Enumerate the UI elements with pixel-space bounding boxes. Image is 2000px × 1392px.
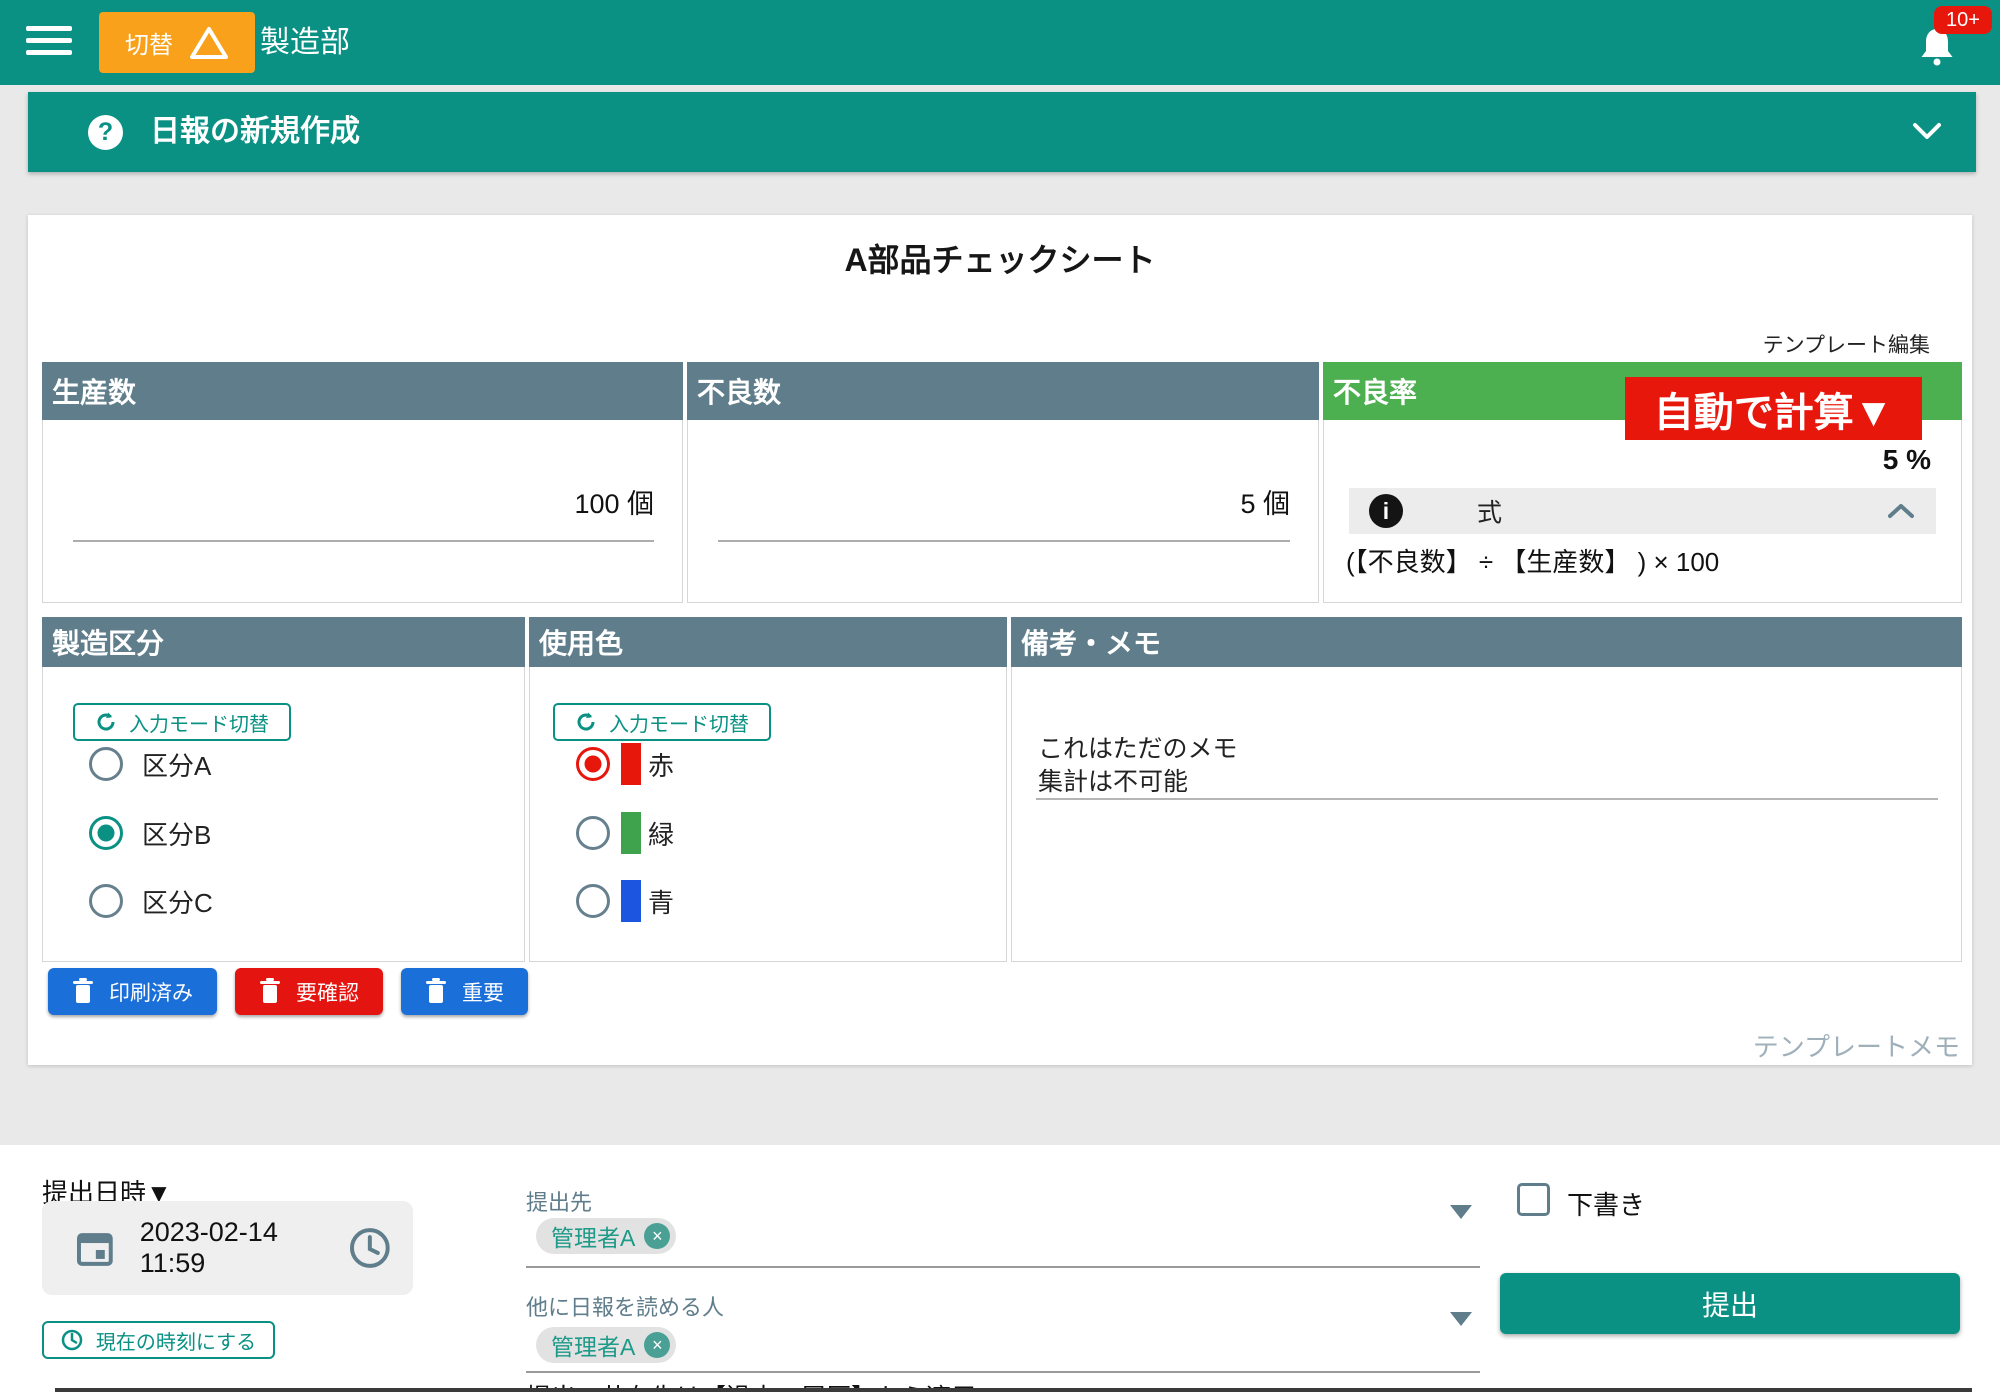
category-cell: 入力モード切替 区分A 区分B 区分C	[42, 667, 525, 962]
app-bar: 切替 製造部 10+	[0, 0, 2000, 85]
department-title: 製造部	[260, 0, 350, 85]
defect-rate-value: 5 %	[1883, 444, 1931, 476]
production-value[interactable]: 100 個	[574, 482, 654, 521]
tag-needs-check-button[interactable]: 要確認	[235, 968, 383, 1015]
template-memo-link[interactable]: テンプレートメモ	[1753, 1027, 1960, 1064]
defects-cell: 5 個	[687, 420, 1319, 603]
sheet-title: A部品チェックシート	[28, 235, 1972, 281]
triangle-icon	[189, 25, 229, 61]
collapse-chevron-icon[interactable]	[1912, 122, 1942, 142]
datetime-picker[interactable]: 2023-02-14 11:59	[42, 1201, 413, 1295]
color-input-mode-label: 入力モード切替	[609, 708, 749, 737]
remove-chip-icon[interactable]	[644, 1223, 670, 1249]
memo-header: 備考・メモ	[1011, 617, 1962, 667]
submit-to-underline	[526, 1266, 1480, 1268]
notification-badge[interactable]: 10+	[1934, 6, 1992, 34]
screen: 切替 製造部 10+ 日報の新規作成 A部品チェックシート テンプレート編集 自…	[0, 0, 2000, 1392]
color-option-blue[interactable]: 青	[576, 883, 674, 919]
info-icon	[1369, 494, 1403, 528]
color-column: 使用色 入力モード切替 赤 緑	[529, 617, 1007, 962]
clock-icon[interactable]	[349, 1227, 391, 1269]
defects-header: 不良数	[687, 362, 1319, 420]
form-section-header: 日報の新規作成	[28, 92, 1976, 172]
memo-column: 備考・メモ これはただのメモ 集計は不可能	[1011, 617, 1962, 962]
memo-input-underline	[1036, 798, 1938, 800]
submit-to-chip[interactable]: 管理者A	[536, 1218, 676, 1254]
tag-printed-button[interactable]: 印刷済み	[48, 968, 217, 1015]
draft-label: 下書き	[1567, 1185, 1645, 1222]
category-option-c[interactable]: 区分C	[89, 883, 213, 919]
menu-icon[interactable]	[26, 26, 72, 60]
production-header: 生産数	[42, 362, 683, 420]
radio-unselected-icon[interactable]	[576, 884, 610, 918]
numeric-table: 自動で計算▼ 生産数 100 個 不良数 5 個 不良率 5 %	[42, 362, 1962, 603]
chip-label: 管理者A	[551, 1328, 635, 1362]
checksheet-card: A部品チェックシート テンプレート編集 自動で計算▼ 生産数 100 個 不良数…	[28, 215, 1972, 1065]
template-edit-link[interactable]: テンプレート編集	[1763, 329, 1930, 359]
category-option-b[interactable]: 区分B	[89, 815, 211, 851]
color-cell: 入力モード切替 赤 緑 青	[529, 667, 1007, 962]
attribute-table: 製造区分 入力モード切替 区分A 区分B	[42, 617, 1962, 962]
form-title: 日報の新規作成	[150, 92, 360, 172]
clock-small-icon	[61, 1329, 83, 1351]
category-option-a[interactable]: 区分A	[89, 746, 211, 782]
production-input-underline	[73, 540, 654, 542]
category-column: 製造区分 入力モード切替 区分A 区分B	[42, 617, 525, 962]
red-swatch	[621, 743, 641, 785]
switch-button-label: 切替	[125, 25, 173, 60]
formula-expression: (【不良数】 ÷ 【生産数】 ) × 100	[1346, 542, 1719, 579]
defects-input-underline	[718, 540, 1290, 542]
tag-important-button[interactable]: 重要	[401, 968, 528, 1015]
production-column: 生産数 100 個	[42, 362, 683, 603]
memo-cell: これはただのメモ 集計は不可能	[1011, 667, 1962, 962]
tag-buttons: 印刷済み 要確認 重要	[48, 968, 528, 1015]
radio-selected-icon[interactable]	[89, 816, 123, 850]
tag-label: 印刷済み	[109, 977, 193, 1007]
color-header: 使用色	[529, 617, 1007, 667]
green-swatch	[621, 812, 641, 854]
radio-selected-icon[interactable]	[576, 747, 610, 781]
tag-label: 要確認	[296, 977, 359, 1007]
radio-unselected-icon[interactable]	[89, 747, 123, 781]
auto-calc-badge: 自動で計算▼	[1625, 377, 1922, 440]
submission-panel: 提出日時▼ 2023-02-14 11:59 現在の時刻にする 提出先 管理者A…	[0, 1145, 2000, 1392]
category-input-mode-label: 入力モード切替	[129, 708, 269, 737]
remove-chip-icon[interactable]	[644, 1332, 670, 1358]
switch-department-button[interactable]: 切替	[99, 12, 255, 73]
submit-button[interactable]: 提出	[1500, 1273, 1960, 1334]
readers-underline	[526, 1371, 1480, 1373]
submit-to-label: 提出先	[526, 1185, 592, 1217]
blue-swatch	[621, 880, 641, 922]
radio-unselected-icon[interactable]	[576, 816, 610, 850]
production-cell: 100 個	[42, 420, 683, 603]
readers-label: 他に日報を読める人	[526, 1290, 724, 1322]
color-option-green[interactable]: 緑	[576, 815, 674, 851]
formula-accordion[interactable]: 式	[1349, 488, 1936, 534]
defects-value[interactable]: 5 個	[1240, 482, 1290, 521]
submit-to-dropdown-icon[interactable]	[1450, 1205, 1472, 1219]
tag-label: 重要	[462, 977, 504, 1007]
formula-label: 式	[1477, 493, 1502, 529]
defect-rate-cell: 5 % 式 (【不良数】 ÷ 【生産数】 ) × 100	[1323, 420, 1962, 603]
draft-checkbox[interactable]	[1517, 1183, 1550, 1216]
color-option-red[interactable]: 赤	[576, 746, 674, 782]
memo-line-2[interactable]: 集計は不可能	[1038, 762, 1188, 798]
calendar-icon	[76, 1229, 114, 1267]
memo-line-1[interactable]: これはただのメモ	[1038, 729, 1238, 765]
readers-chip[interactable]: 管理者A	[536, 1327, 676, 1363]
category-header: 製造区分	[42, 617, 525, 667]
readers-dropdown-icon[interactable]	[1450, 1312, 1472, 1326]
set-current-time-button[interactable]: 現在の時刻にする	[42, 1321, 275, 1359]
defects-column: 不良数 5 個	[687, 362, 1319, 603]
chip-label: 管理者A	[551, 1219, 635, 1253]
datetime-value: 2023-02-14 11:59	[140, 1217, 350, 1279]
set-current-time-label: 現在の時刻にする	[96, 1326, 256, 1355]
chevron-up-icon[interactable]	[1888, 503, 1914, 519]
category-input-mode-button[interactable]: 入力モード切替	[73, 703, 291, 741]
radio-unselected-icon[interactable]	[89, 884, 123, 918]
color-input-mode-button[interactable]: 入力モード切替	[553, 703, 771, 741]
bottom-divider	[55, 1388, 1972, 1392]
help-icon[interactable]	[88, 115, 123, 150]
